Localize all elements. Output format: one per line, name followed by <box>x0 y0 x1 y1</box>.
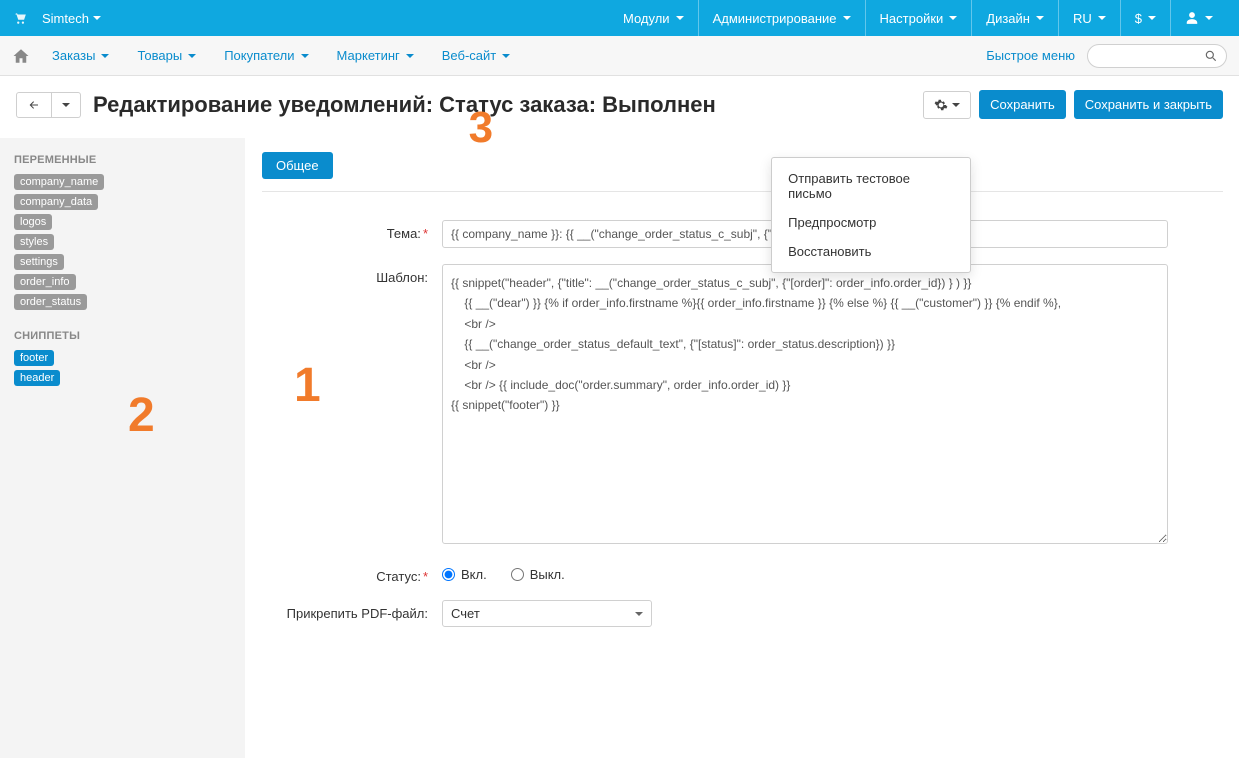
var-tag[interactable]: company_data <box>14 194 98 210</box>
gear-menu-send-test[interactable]: Отправить тестовое письмо <box>772 164 970 208</box>
menu-products[interactable]: Товары <box>123 36 210 76</box>
menu-customers[interactable]: Покупатели <box>210 36 322 76</box>
sidebar: ПЕРЕМЕННЫЕ company_name company_data log… <box>0 138 246 758</box>
snippet-tag[interactable]: header <box>14 370 60 386</box>
page-header: Редактирование уведомлений: Статус заказ… <box>0 76 1239 138</box>
template-textarea[interactable] <box>442 264 1168 544</box>
var-tag[interactable]: settings <box>14 254 64 270</box>
sidebar-snip-title: СНИППЕТЫ <box>14 330 231 342</box>
menu-website[interactable]: Веб-сайт <box>428 36 524 76</box>
tab-general[interactable]: Общее <box>262 152 333 179</box>
status-label: Статус:* <box>262 563 442 584</box>
menu-marketing[interactable]: Маркетинг <box>323 36 428 76</box>
snippet-list: footer header <box>14 350 231 386</box>
search-icon <box>1204 49 1218 63</box>
subject-label: Тема:* <box>262 220 442 248</box>
var-tag[interactable]: logos <box>14 214 52 230</box>
top-menu-modules[interactable]: Модули <box>609 0 698 36</box>
gear-menu-restore[interactable]: Восстановить <box>772 237 970 266</box>
gear-menu-preview[interactable]: Предпросмотр <box>772 208 970 237</box>
save-close-button[interactable]: Сохранить и закрыть <box>1074 90 1223 119</box>
attach-select[interactable]: Счет <box>442 600 652 627</box>
brand-dropdown[interactable]: Simtech <box>42 11 101 26</box>
var-tag[interactable]: styles <box>14 234 54 250</box>
quick-menu-link[interactable]: Быстрое меню <box>986 48 1075 63</box>
top-menu-user[interactable] <box>1171 0 1227 36</box>
menu-orders[interactable]: Заказы <box>38 36 123 76</box>
annotation-1: 1 <box>294 358 321 413</box>
gear-button[interactable] <box>923 91 971 119</box>
arrow-left-icon <box>27 99 41 111</box>
var-tag[interactable]: company_name <box>14 174 104 190</box>
annotation-2: 2 <box>128 388 155 443</box>
save-button[interactable]: Сохранить <box>979 90 1066 119</box>
gear-icon <box>934 98 948 112</box>
top-menu-settings[interactable]: Настройки <box>866 0 972 36</box>
main-content: Общее 1 Тема:* Шаблон: Статус:* Вкл. Вык… <box>246 138 1239 758</box>
attach-label: Прикрепить PDF-файл: <box>262 600 442 627</box>
search-input[interactable] <box>1087 44 1227 68</box>
back-button[interactable] <box>16 92 52 118</box>
gear-dropdown: Отправить тестовое письмо Предпросмотр В… <box>771 157 971 273</box>
top-menu-currency[interactable]: $ <box>1121 0 1170 36</box>
top-menu-lang[interactable]: RU <box>1059 0 1120 36</box>
var-tag[interactable]: order_status <box>14 294 87 310</box>
page-title: Редактирование уведомлений: Статус заказ… <box>93 92 716 118</box>
template-label: Шаблон: <box>262 264 442 547</box>
back-dropdown[interactable] <box>52 92 81 118</box>
variable-list: company_name company_data logos styles s… <box>14 174 231 310</box>
top-menu-admin[interactable]: Администрирование <box>699 0 865 36</box>
snippet-tag[interactable]: footer <box>14 350 54 366</box>
top-menu-design[interactable]: Дизайн <box>972 0 1058 36</box>
annotation-3: 3 <box>469 103 493 153</box>
topbar: Simtech Модули Администрирование Настрой… <box>0 0 1239 36</box>
var-tag[interactable]: order_info <box>14 274 76 290</box>
cart-icon <box>12 11 28 25</box>
status-on-radio[interactable]: Вкл. <box>442 567 487 582</box>
status-off-radio[interactable]: Выкл. <box>511 567 565 582</box>
sidebar-vars-title: ПЕРЕМЕННЫЕ <box>14 154 231 166</box>
menubar: Заказы Товары Покупатели Маркетинг Веб-с… <box>0 36 1239 76</box>
home-icon[interactable] <box>12 47 38 65</box>
